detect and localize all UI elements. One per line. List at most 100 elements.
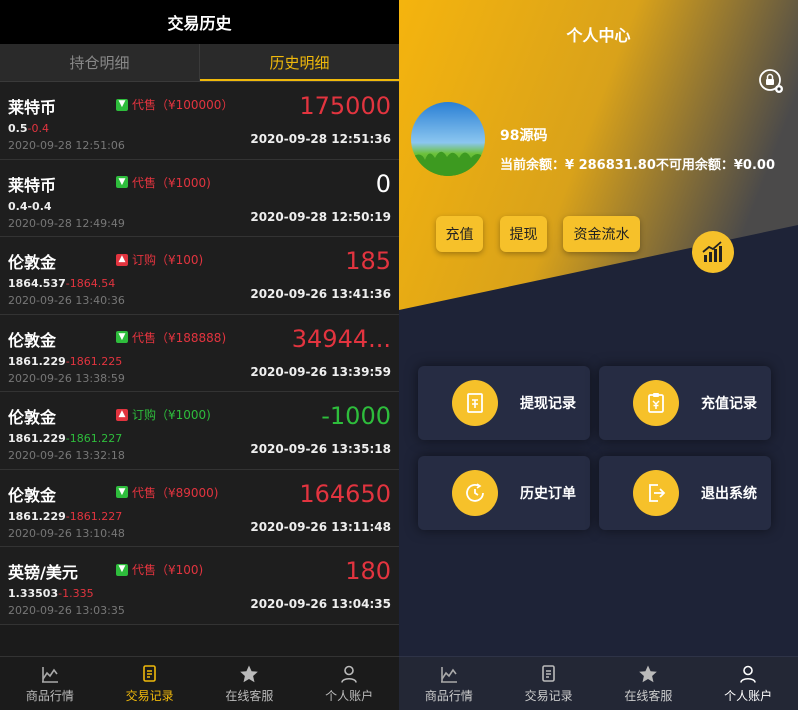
symbol-name: 英镑/美元	[8, 563, 78, 582]
trade-row[interactable]: 伦敦金 ▼ 代售（¥89000) 164650 1861.229-1861.227 202…	[0, 469, 399, 547]
card-logout[interactable]: 退出系统	[599, 456, 771, 530]
arrow-down-icon: ▼	[116, 563, 128, 576]
trade-row[interactable]: 莱特币 ▼ 代售（¥100000） 175000 0.5-0.4 2020-09-28 1…	[0, 82, 399, 160]
order-type-badge: ▼ 代售（¥100)	[116, 561, 203, 578]
price-range: 1864.537-1864.54	[8, 277, 115, 290]
card-deposit-records[interactable]: 充值记录	[599, 366, 771, 440]
trade-row[interactable]: 英镑/美元 ▼ 代售（¥100) 180 1.33503-1.335 2020-09-26…	[0, 547, 399, 625]
open-price: 1864.537	[8, 277, 66, 290]
card-label: 历史订单	[520, 486, 576, 502]
nav-market[interactable]: 商品行情	[0, 657, 100, 710]
logout-icon	[633, 470, 679, 516]
close-time: 2020-09-26 13:04:35	[250, 597, 391, 611]
order-type-text: 代售（¥188888)	[132, 330, 227, 345]
profit-value: 0	[375, 169, 391, 198]
open-price: 1861.229	[8, 432, 66, 445]
order-type-badge: ▲ 订购（¥100)	[116, 251, 203, 268]
order-type-text: 代售（¥1000)	[132, 175, 211, 190]
symbol-name: 伦敦金	[8, 330, 57, 350]
withdraw-button[interactable]: 提现	[500, 216, 547, 252]
open-time: 2020-09-28 12:51:06	[8, 139, 125, 152]
nav-label: 商品行情	[424, 688, 473, 703]
trade-history-panel: 交易历史 持仓明细 历史明细 莱特币 ▼ 代售（¥100000） 175000 0.5-…	[0, 0, 399, 710]
nav-market[interactable]: 商品行情	[399, 657, 499, 710]
nav-label: 个人账户	[325, 688, 374, 703]
bottom-nav: 商品行情 交易记录 在线客服 个人账户	[399, 656, 798, 710]
clipboard-yen-icon	[633, 380, 679, 426]
open-price: 1861.229	[8, 509, 66, 523]
order-type-badge: ▼ 代售（¥1000)	[116, 174, 211, 191]
arrow-down-icon: ▼	[116, 98, 128, 111]
user-icon	[341, 665, 357, 683]
arrow-down-icon: ▼	[116, 486, 128, 498]
star-icon	[240, 665, 259, 682]
profit-value: 34944...	[291, 324, 391, 353]
close-time: 2020-09-26 13:39:59	[250, 364, 391, 379]
trade-row[interactable]: 伦敦金 ▲ 订购（¥100) 185 1864.537-1864.54 2020-09-2…	[0, 237, 399, 315]
profit-value: 164650	[299, 479, 391, 508]
profit-value: -1000	[321, 402, 391, 430]
open-price: 1861.229	[8, 354, 66, 368]
close-time: 2020-09-28 12:50:19	[250, 209, 391, 224]
trade-row[interactable]: 伦敦金 ▼ 代售（¥188888) 34944... 1861.229-1861.225…	[0, 314, 399, 392]
card-withdraw-records[interactable]: 提现记录	[418, 366, 590, 440]
close-price: -1861.227	[65, 432, 123, 445]
user-icon	[740, 665, 756, 683]
nav-support[interactable]: 在线客服	[200, 657, 300, 710]
avatar[interactable]	[411, 102, 485, 176]
tab-positions[interactable]: 持仓明细	[0, 44, 200, 81]
open-time: 2020-09-26 13:10:48	[8, 526, 125, 540]
nav-label: 在线客服	[624, 688, 673, 703]
symbol-name: 莱特币	[8, 98, 57, 117]
card-order-history[interactable]: 历史订单	[418, 456, 590, 530]
arrow-up-icon: ▲	[116, 408, 128, 421]
bottom-nav: 商品行情 交易记录 在线客服 个人账户	[0, 656, 399, 710]
trend-icon[interactable]	[692, 231, 734, 273]
nav-label: 交易记录	[524, 688, 573, 703]
order-type-badge: ▼ 代售（¥89000)	[116, 484, 219, 501]
order-type-text: 订购（¥100)	[132, 253, 204, 267]
price-range: 1861.229-1861.227	[8, 510, 122, 523]
grass-image	[411, 151, 485, 176]
close-time: 2020-09-26 13:41:36	[250, 287, 391, 301]
chart-icon	[440, 666, 457, 683]
page-title: 个人中心	[566, 26, 631, 45]
open-price: 1.33503	[8, 587, 59, 600]
order-type-badge: ▼ 代售（¥100000）	[116, 96, 233, 113]
price-range: 1861.229-1861.225	[8, 355, 122, 368]
open-price: 0.5	[8, 122, 28, 135]
close-price: -1864.54	[65, 277, 116, 290]
personal-center-panel: 个人中心 98源码 当前余额：¥ 286831.80不可用余额：¥0.00 充值…	[399, 0, 798, 710]
document-icon	[541, 664, 555, 682]
order-type-text: 代售（¥100000）	[132, 98, 234, 112]
nav-trades[interactable]: 交易记录	[100, 657, 200, 710]
arrow-up-icon: ▲	[116, 253, 128, 266]
nav-support[interactable]: 在线客服	[599, 657, 699, 710]
nav-account[interactable]: 个人账户	[299, 657, 399, 710]
profit-value: 175000	[299, 92, 391, 120]
deposit-button[interactable]: 充值	[436, 216, 483, 252]
page-title: 交易历史	[0, 0, 399, 44]
lock-settings-icon[interactable]	[758, 68, 786, 96]
price-range: 0.5-0.4	[8, 122, 49, 135]
close-time: 2020-09-26 13:11:48	[250, 519, 391, 534]
tab-history[interactable]: 历史明细	[200, 44, 399, 81]
trade-row[interactable]: 莱特币 ▼ 代售（¥1000) 0 0.4-0.4 2020-09-28 12:49:49…	[0, 159, 399, 237]
price-range: 1.33503-1.335	[8, 587, 94, 600]
order-type-text: 代售（¥100)	[132, 563, 204, 577]
star-icon	[639, 665, 658, 682]
close-price: -1861.227	[65, 509, 123, 523]
chart-icon	[41, 666, 58, 683]
document-icon	[142, 664, 156, 682]
trade-row[interactable]: 伦敦金 ▲ 订购（¥1000) -1000 1861.229-1861.227 2020-…	[0, 392, 399, 470]
nav-trades[interactable]: 交易记录	[499, 657, 599, 710]
card-label: 退出系统	[701, 486, 757, 502]
fund-flow-button[interactable]: 资金流水	[563, 216, 640, 252]
balance-text: 当前余额：¥ 286831.80不可用余额：¥0.00	[500, 158, 775, 173]
nav-account[interactable]: 个人账户	[698, 657, 798, 710]
symbol-name: 伦敦金	[8, 253, 57, 272]
close-price: -1861.225	[65, 354, 123, 368]
symbol-name: 伦敦金	[8, 485, 57, 505]
history-icon	[452, 470, 498, 516]
order-type-badge: ▲ 订购（¥1000)	[116, 406, 211, 423]
